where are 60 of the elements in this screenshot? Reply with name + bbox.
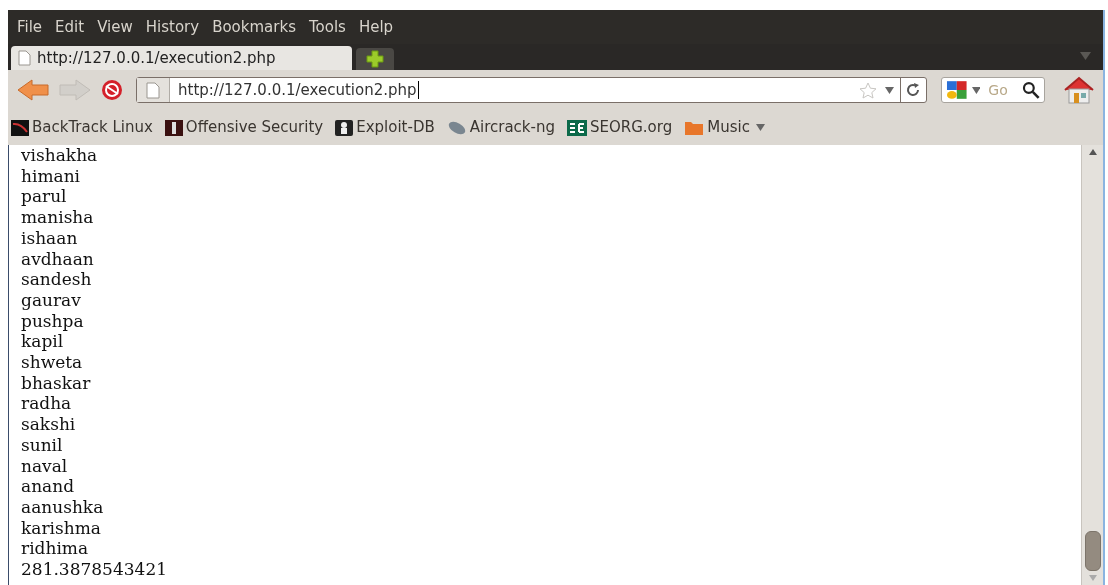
search-input[interactable]: Go — [988, 79, 1019, 101]
output-line: sandesh — [21, 269, 92, 290]
output-line: gaurav — [21, 289, 81, 311]
output-line: himani — [21, 165, 81, 187]
output-line: 281.3878543421 — [21, 559, 167, 580]
bookmark-icon — [335, 119, 354, 136]
output-line: sunil — [21, 434, 63, 456]
page-icon — [18, 50, 31, 66]
menu-item[interactable]: View — [97, 15, 133, 39]
output-line: radha — [21, 393, 72, 415]
stop-icon[interactable] — [100, 78, 124, 102]
output-line: pushpa — [21, 310, 84, 332]
output-line: naval — [21, 455, 68, 477]
folder-icon — [684, 119, 705, 136]
bookmark-link[interactable]: BackTrack Linux — [11, 116, 153, 139]
plus-icon[interactable] — [366, 50, 384, 68]
scrollbar[interactable] — [1081, 145, 1103, 585]
new-tab-button[interactable] — [356, 48, 394, 70]
reload-icon[interactable] — [906, 83, 921, 97]
search-engine-icon[interactable] — [946, 80, 968, 100]
output-line: avdhaan — [21, 248, 94, 270]
bookmark-icon — [446, 119, 467, 136]
browser-tab[interactable]: http://127.0.0.1/execution2.php — [11, 46, 352, 70]
dropdown-caret-icon[interactable] — [885, 86, 894, 94]
menu-item[interactable]: Tools — [308, 15, 346, 39]
output-line: shweta — [21, 352, 83, 373]
home-icon[interactable] — [1063, 76, 1095, 104]
menu-item[interactable]: Help — [358, 15, 394, 39]
bookmark-icon — [567, 119, 587, 136]
url-text: http://127.0.0.1/execution2.php — [178, 81, 419, 99]
bookmark-icon — [164, 119, 183, 136]
bookmark-link[interactable]: Offensive Security — [164, 116, 324, 139]
output-line: parul — [21, 186, 67, 208]
bookmark-link[interactable]: Music — [684, 116, 765, 139]
bookmark-icon — [11, 119, 29, 136]
menu-item[interactable]: File — [17, 15, 43, 39]
search-field[interactable]: Go — [941, 77, 1045, 103]
output-line: anand — [21, 476, 75, 497]
address-bar[interactable]: http://127.0.0.1/execution2.php — [136, 77, 927, 103]
search-icon[interactable] — [1022, 81, 1040, 99]
star-icon[interactable] — [859, 81, 877, 99]
output-line: ishaan — [21, 227, 78, 249]
output-line: ridhima — [21, 538, 89, 560]
dropdown-caret-icon[interactable] — [971, 86, 981, 94]
output-line: manisha — [21, 207, 94, 228]
bookmark-link[interactable]: Exploit-DB — [335, 116, 435, 139]
bookmark-link[interactable]: Aircrack-ng — [446, 116, 555, 139]
output-line: aanushka — [21, 496, 104, 518]
scroll-up-arrow-icon[interactable] — [1088, 149, 1097, 155]
output-line: kapil — [21, 331, 64, 353]
menu-item[interactable]: Bookmarks — [212, 15, 296, 39]
output-line: bhaskar — [21, 372, 91, 394]
bookmark-link[interactable]: SEORG.org — [567, 116, 673, 139]
menu-item[interactable]: Edit — [55, 15, 85, 39]
output-line: sakshi — [21, 414, 76, 435]
menu-item[interactable]: History — [145, 15, 200, 39]
page-icon — [146, 81, 160, 99]
output-line: karishma — [21, 517, 101, 539]
output-line: vishakha — [21, 145, 98, 166]
scrollbar-thumb[interactable] — [1084, 531, 1101, 571]
